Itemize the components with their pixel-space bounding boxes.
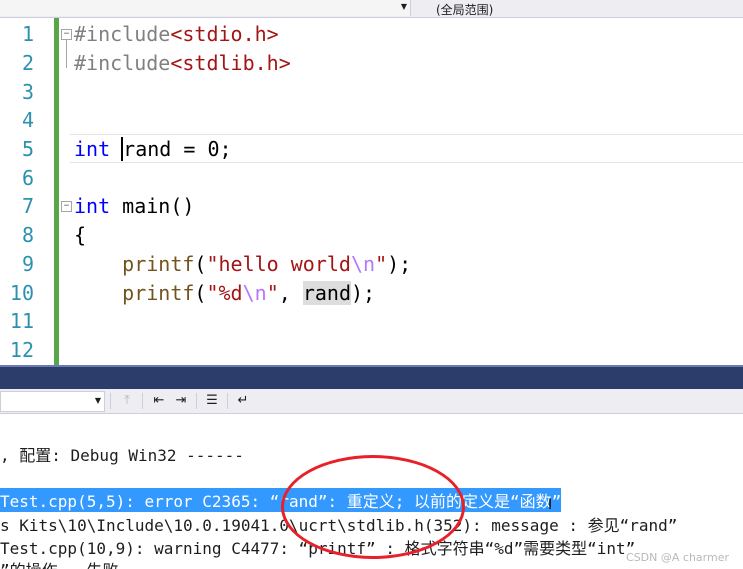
include-header: <stdlib.h> [170, 51, 291, 75]
clear-all-icon[interactable]: ☰ [203, 392, 221, 410]
code-rest: = 0; [171, 137, 232, 161]
paren-close: ); [387, 252, 412, 276]
code-text: printf("%d\n", rand); [74, 281, 375, 305]
escape-sequence: \n [242, 281, 267, 305]
preprocessor-directive: #include [74, 51, 171, 75]
next-message-icon[interactable]: ⇥ [172, 392, 190, 410]
code-line: 8 { [0, 221, 743, 250]
output-source-select[interactable]: ▼ [0, 391, 105, 412]
code-rest: main() [110, 194, 195, 218]
red-annotation-circle [281, 455, 465, 559]
line-number: 11 [9, 309, 34, 333]
code-line: 7 int main() [0, 192, 743, 221]
line-number: 2 [21, 51, 34, 75]
previous-message-icon[interactable]: ⇤ [150, 392, 168, 410]
preprocessor-directive: #include [74, 22, 171, 46]
line-number: 4 [21, 108, 34, 132]
find-message-icon[interactable]: ⤒ [118, 392, 136, 410]
navigation-bar: ▼ (全局范围) [0, 0, 743, 18]
code-text: { [74, 223, 87, 247]
code-line: 3 [0, 78, 743, 107]
change-tracking-bar [54, 18, 59, 365]
chevron-down-icon[interactable]: ▼ [401, 2, 407, 11]
toolbar-separator [196, 393, 197, 409]
paren-open: ( [194, 252, 207, 276]
string-literal-end: " [375, 252, 388, 276]
paren-close: ); [351, 281, 376, 305]
argument-separator: , [278, 281, 303, 305]
code-line: 1 #include<stdio.h> [0, 20, 743, 49]
output-line: , 配置: Debug Win32 ------ [0, 446, 244, 465]
scope-dropdown-label[interactable]: (全局范围) [436, 1, 493, 18]
code-text: #include<stdio.h> [74, 22, 279, 46]
line-number: 8 [21, 223, 34, 247]
line-number: 6 [21, 166, 34, 190]
output-line: ”的操作 - 失败 [0, 557, 119, 569]
toolbar-separator [142, 393, 143, 409]
code-text: #include<stdlib.h> [74, 51, 291, 75]
code-line: 12 [0, 336, 743, 365]
keyword: int [74, 194, 111, 218]
text-cursor-icon: I [548, 497, 553, 513]
code-line: 11 [0, 307, 743, 336]
string-literal-end: " [266, 281, 279, 305]
pane-splitter[interactable] [0, 365, 743, 389]
paren-open: ( [194, 281, 207, 305]
pane-divider [0, 365, 743, 367]
word-wrap-icon[interactable]: ↵ [234, 392, 252, 410]
line-number: 5 [21, 137, 34, 161]
function-name: printf [122, 281, 195, 305]
collapse-icon[interactable]: − [61, 201, 72, 212]
highlighted-reference: rand [302, 281, 351, 305]
fold-guide [66, 40, 67, 68]
code-line: 9 printf("hello world\n"); [0, 250, 743, 279]
chevron-down-icon[interactable]: ▼ [95, 396, 101, 405]
line-number: 3 [21, 80, 34, 104]
line-number: 10 [9, 281, 34, 305]
toolbar-separator [110, 393, 111, 409]
code-text: int main() [74, 194, 194, 218]
identifier: rand [123, 137, 172, 161]
code-line: 5 int rand = 0; [0, 135, 743, 164]
line-number: 7 [21, 194, 34, 218]
escape-sequence: \n [350, 252, 376, 276]
function-name: printf [122, 252, 195, 276]
member-dropdown[interactable]: ▼ [0, 0, 411, 16]
line-number: 9 [21, 252, 34, 276]
code-line: 4 [0, 106, 743, 135]
code-line: 10 printf("%d\n", rand); [0, 279, 743, 308]
string-literal: "hello world [206, 252, 351, 276]
output-toolbar: ▼ ⤒ ⇤ ⇥ ☰ ↵ [0, 389, 743, 414]
string-literal: "%d [206, 281, 243, 305]
code-line: 6 [0, 164, 743, 193]
line-number: 12 [9, 338, 34, 362]
line-number: 1 [21, 22, 34, 46]
code-line: 2 #include<stdlib.h> [0, 49, 743, 78]
code-text: printf("hello world\n"); [74, 252, 411, 276]
include-header: <stdio.h> [170, 22, 279, 46]
watermark: CSDN @A charmer [626, 551, 729, 564]
code-editor[interactable]: 1 #include<stdio.h> 2 #include<stdlib.h>… [0, 18, 743, 365]
code-text: int rand = 0; [74, 137, 232, 161]
collapse-icon[interactable]: − [61, 29, 72, 40]
toolbar-separator [227, 393, 228, 409]
keyword: int [74, 137, 111, 161]
